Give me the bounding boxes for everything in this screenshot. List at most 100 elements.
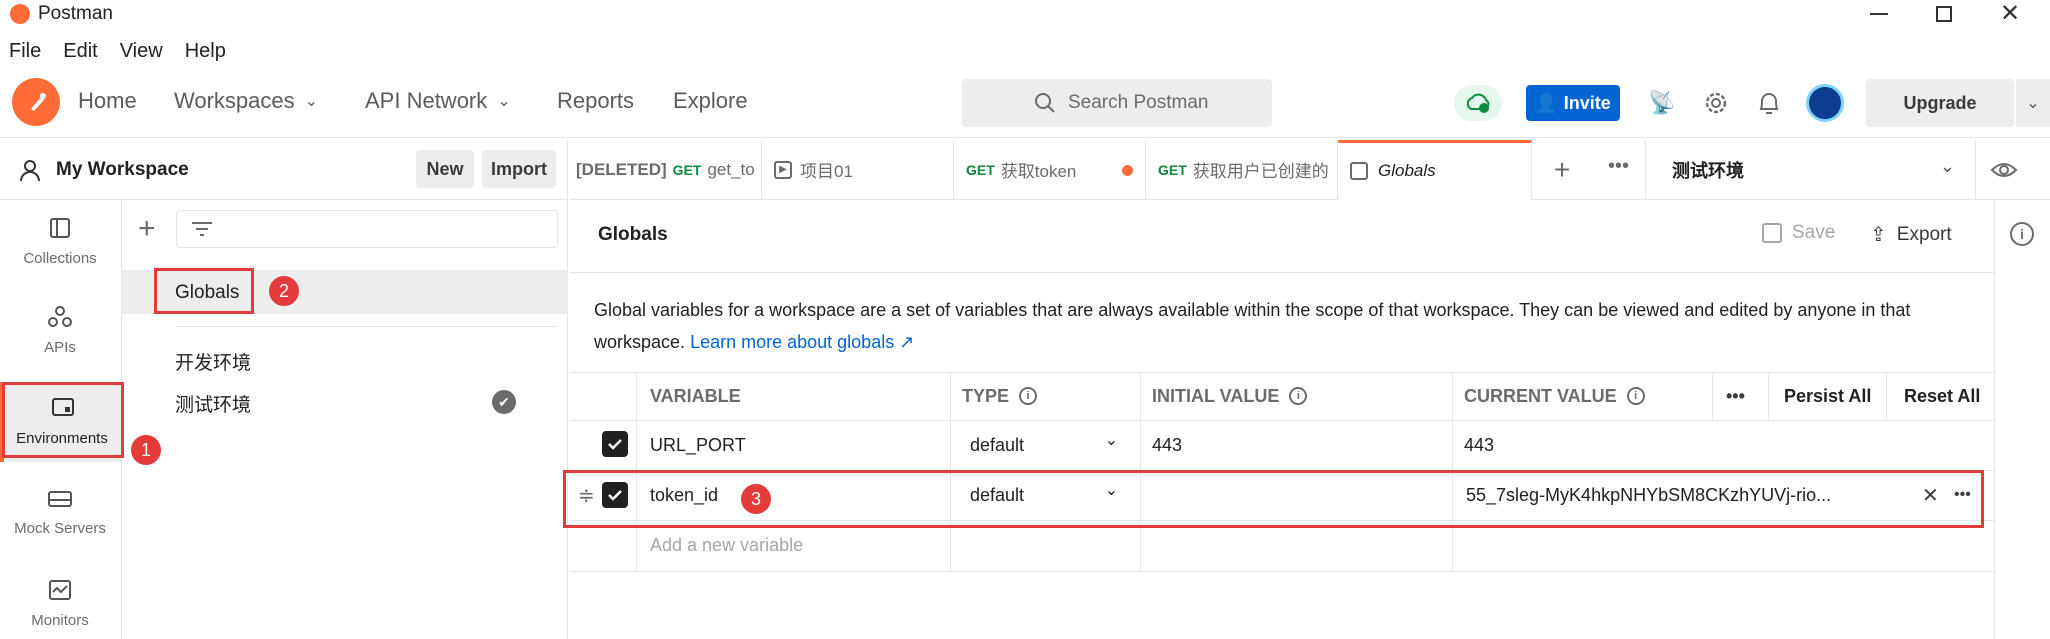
col-initial-value: INITIAL VALUE i (1152, 372, 1308, 420)
chevron-down-icon: ⌄ (1939, 155, 1955, 176)
persist-all-button[interactable]: Persist All (1784, 372, 1871, 420)
filter-input[interactable] (176, 210, 558, 248)
env-item-test[interactable]: 测试环境 ✔ (122, 382, 568, 422)
apis-icon (48, 306, 72, 327)
cloud-sync-icon[interactable] (1454, 85, 1502, 121)
window-controls: ✕ (1870, 0, 2020, 28)
checkmark-icon (602, 431, 628, 457)
title-bar: Postman (10, 0, 113, 28)
export-button[interactable]: ⇪ Export (1870, 222, 1952, 247)
right-info-strip: i (1994, 200, 2050, 639)
add-user-icon: 👤 (1535, 92, 1558, 113)
learn-more-link[interactable]: Learn more about globals ↗ (690, 332, 914, 352)
sidebar-item-apis[interactable]: APIs (0, 305, 120, 375)
search-placeholder: Search Postman (1068, 92, 1209, 113)
top-header: Home Workspaces ⌄ API Network ⌄ Reports Ex… (0, 70, 2050, 138)
tab-project01[interactable]: ▶ 项目01 (762, 139, 954, 200)
globals-title: Globals (598, 224, 668, 245)
env-item-dev[interactable]: 开发环境 (122, 340, 568, 380)
save-button[interactable]: Save (1762, 222, 1835, 244)
monitors-icon (49, 580, 71, 600)
notification-bell-icon[interactable] (1757, 90, 1781, 116)
tab-get-token[interactable]: GET 获取token (954, 139, 1146, 200)
active-check-icon: ✔ (492, 390, 516, 414)
new-tab-icon[interactable]: + (1532, 154, 1592, 186)
tab-globals[interactable]: Globals (1338, 139, 1532, 200)
unsaved-dot-icon (1122, 164, 1133, 176)
maximize-icon[interactable] (1936, 6, 1952, 22)
upgrade-dropdown-chevron-icon[interactable]: ⌄ (2016, 79, 2050, 127)
columns-more-icon[interactable]: ••• (1726, 372, 1745, 420)
sidebar-item-collections[interactable]: Collections (0, 216, 120, 286)
sidebar-apis-label: APIs (44, 339, 76, 356)
current-value-cell[interactable]: 443 (1464, 420, 1494, 470)
satellite-icon[interactable]: 📡 (1648, 90, 1675, 116)
annotation-badge-2: 2 (269, 276, 299, 306)
mock-server-icon (48, 491, 72, 507)
sidebar-mock-servers-label: Mock Servers (14, 520, 106, 537)
app-title: Postman (38, 3, 113, 24)
sidebar-item-monitors[interactable]: Monitors (0, 578, 120, 639)
col-variable: VARIABLE (650, 385, 741, 406)
settings-gear-icon[interactable] (1703, 90, 1729, 116)
sidebar-collections-label: Collections (23, 250, 97, 267)
col-current-value: CURRENT VALUE i (1464, 372, 1645, 420)
avatar[interactable] (1806, 84, 1844, 122)
sidebar-monitors-label: Monitors (31, 612, 89, 629)
type-select[interactable]: default ⌄ (970, 420, 1130, 470)
export-icon: ⇪ (1870, 224, 1887, 246)
menu-bar: File Edit View Help (9, 40, 248, 63)
info-icon[interactable]: i (1289, 387, 1308, 405)
menu-edit[interactable]: Edit (63, 40, 97, 63)
user-icon (20, 159, 40, 181)
nav-reports[interactable]: Reports (557, 88, 634, 114)
env-selector-value: 测试环境 (1672, 160, 1744, 181)
invite-button[interactable]: 👤 Invite (1526, 85, 1620, 121)
close-window-icon[interactable]: ✕ (2000, 2, 2020, 26)
search-bar[interactable]: Search Postman (962, 79, 1272, 127)
add-environment-icon[interactable]: + (138, 214, 156, 244)
minimize-icon[interactable] (1870, 13, 1888, 15)
sidebar-item-mock-servers[interactable]: Mock Servers (0, 488, 120, 558)
tab-get-user-created[interactable]: GET 获取用户已创建的 (1146, 139, 1338, 200)
annotation-box-environments (2, 382, 124, 458)
variable-name-cell[interactable]: URL_PORT (650, 420, 746, 470)
tab-more-icon[interactable]: ••• (1592, 139, 1646, 200)
globals-tab-icon (1350, 162, 1368, 180)
menu-file[interactable]: File (9, 40, 41, 63)
collections-icon (50, 218, 70, 238)
reset-all-button[interactable]: Reset All (1904, 372, 1980, 420)
menu-help[interactable]: Help (185, 40, 226, 63)
col-type: TYPE i (962, 372, 1038, 420)
info-icon[interactable]: i (1626, 387, 1645, 405)
new-button[interactable]: New (416, 150, 474, 188)
info-icon[interactable]: i (2010, 222, 2034, 246)
chevron-down-icon: ⌄ (497, 93, 511, 110)
save-icon (1762, 223, 1782, 243)
workspace-name[interactable]: My Workspace (56, 159, 189, 181)
tab-deleted-get[interactable]: [DELETED] GET get_to (570, 139, 762, 200)
search-icon (1035, 93, 1055, 113)
workspace-header: My Workspace New Import (0, 140, 568, 200)
menu-view[interactable]: View (120, 40, 163, 63)
tabs-bar: [DELETED] GET get_to ▶ 项目01 GET 获取token GET 获… (570, 139, 2050, 200)
environment-list-panel: + Globals 开发环境 测试环境 ✔ (122, 200, 568, 639)
annotation-badge-1: 1 (131, 435, 161, 465)
nav-api-network[interactable]: API Network ⌄ (365, 88, 511, 114)
postman-logo-icon (10, 4, 30, 24)
globals-description: Global variables for a workspace are a s… (594, 294, 1974, 358)
nav-home[interactable]: Home (78, 88, 137, 114)
environment-selector[interactable]: 测试环境 ⌄ (1646, 139, 1976, 200)
chevron-down-icon: ⌄ (1104, 432, 1118, 449)
nav-explore[interactable]: Explore (673, 88, 748, 114)
initial-value-cell[interactable]: 443 (1152, 420, 1182, 470)
globals-editor: Globals Save ⇪ Export Global variables fo… (570, 200, 1994, 639)
info-icon[interactable]: i (1019, 387, 1038, 405)
nav-workspaces[interactable]: Workspaces ⌄ (174, 88, 318, 114)
upgrade-button[interactable]: Upgrade (1866, 79, 2014, 127)
import-button[interactable]: Import (482, 150, 556, 188)
row-checkbox[interactable] (602, 431, 628, 457)
eye-icon[interactable] (1990, 160, 2018, 180)
chevron-down-icon: ⌄ (304, 93, 319, 110)
postman-logo-icon[interactable] (12, 78, 60, 126)
